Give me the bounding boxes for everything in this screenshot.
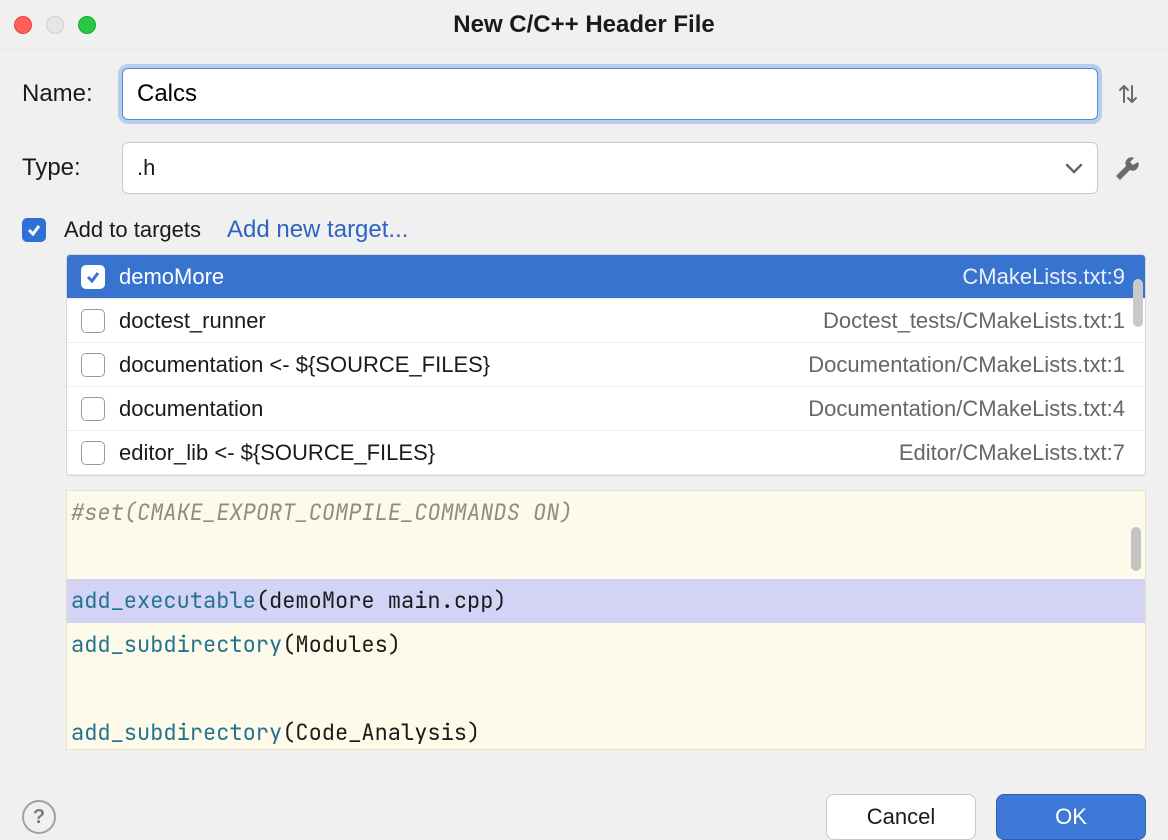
target-checkbox[interactable] (81, 265, 105, 289)
target-row[interactable]: demoMore CMakeLists.txt:9 (67, 255, 1145, 299)
dialog-title: New C/C++ Header File (0, 11, 1168, 39)
add-to-targets-checkbox[interactable] (22, 218, 46, 242)
target-location: Documentation/CMakeLists.txt:1 (808, 352, 1125, 378)
type-row: Type: .h (22, 142, 1146, 194)
type-label: Type: (22, 154, 122, 182)
target-row[interactable]: documentation Documentation/CMakeLists.t… (67, 387, 1145, 431)
name-input[interactable] (122, 68, 1098, 120)
target-name: editor_lib <- ${SOURCE_FILES} (119, 440, 885, 466)
targets-scrollbar[interactable] (1133, 279, 1143, 327)
code-scrollbar[interactable] (1131, 527, 1141, 571)
code-line: add_subdirectory(Modules) (67, 623, 1145, 667)
target-location: Doctest_tests/CMakeLists.txt:1 (823, 308, 1125, 334)
type-dropdown[interactable]: .h (122, 142, 1098, 194)
sort-arrows-icon[interactable] (1110, 80, 1146, 108)
chevron-down-icon (1065, 155, 1083, 181)
add-to-targets-label: Add to targets (64, 217, 201, 243)
help-icon[interactable]: ? (22, 800, 56, 834)
add-new-target-link[interactable]: Add new target... (227, 216, 408, 244)
target-row[interactable]: editor_lib <- ${SOURCE_FILES} Editor/CMa… (67, 431, 1145, 475)
add-to-targets-row: Add to targets Add new target... (22, 216, 1146, 244)
titlebar: New C/C++ Header File (0, 0, 1168, 50)
targets-list: demoMore CMakeLists.txt:9 doctest_runner… (66, 254, 1146, 476)
zoom-window-button[interactable] (78, 16, 96, 34)
target-row[interactable]: documentation <- ${SOURCE_FILES} Documen… (67, 343, 1145, 387)
code-line (67, 667, 1145, 711)
type-value: .h (137, 155, 155, 181)
name-label: Name: (22, 80, 122, 108)
cmake-preview-pane: #set(CMAKE_EXPORT_COMPILE_COMMANDS ON) a… (66, 490, 1146, 750)
window-controls (14, 16, 96, 34)
name-row: Name: (22, 68, 1146, 120)
target-name: documentation <- ${SOURCE_FILES} (119, 352, 794, 378)
code-line (67, 535, 1145, 579)
target-name: demoMore (119, 264, 948, 290)
code-line: #set(CMAKE_EXPORT_COMPILE_COMMANDS ON) (67, 491, 1145, 535)
target-checkbox[interactable] (81, 441, 105, 465)
minimize-window-button[interactable] (46, 16, 64, 34)
cancel-button[interactable]: Cancel (826, 794, 976, 840)
target-location: Editor/CMakeLists.txt:7 (899, 440, 1125, 466)
target-checkbox[interactable] (81, 397, 105, 421)
code-line: add_executable(demoMore main.cpp) (67, 579, 1145, 623)
target-location: CMakeLists.txt:9 (962, 264, 1125, 290)
target-location: Documentation/CMakeLists.txt:4 (808, 396, 1125, 422)
target-checkbox[interactable] (81, 309, 105, 333)
code-line: add_subdirectory(Code_Analysis) (67, 711, 1145, 750)
dialog-footer: ? Cancel OK (0, 782, 1168, 840)
close-window-button[interactable] (14, 16, 32, 34)
target-name: doctest_runner (119, 308, 809, 334)
dialog-content: Name: Type: .h Add to targets Ad (0, 50, 1168, 764)
target-checkbox[interactable] (81, 353, 105, 377)
ok-button[interactable]: OK (996, 794, 1146, 840)
target-row[interactable]: doctest_runner Doctest_tests/CMakeLists.… (67, 299, 1145, 343)
target-name: documentation (119, 396, 794, 422)
settings-wrench-icon[interactable] (1110, 154, 1146, 182)
